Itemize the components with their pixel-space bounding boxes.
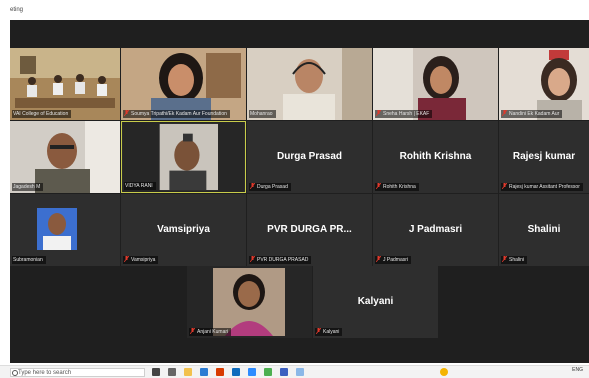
muted-mic-icon	[190, 328, 195, 334]
participant-name-tag: Anjani Kumari	[189, 328, 232, 336]
window-title: eting	[10, 7, 24, 13]
participant-tile[interactable]: Rohith Krishna Rohith Krishna	[373, 121, 498, 193]
participant-name-tag: Soumya Tripathi/Ek Kadam Aur Foundation	[123, 110, 230, 118]
muted-mic-icon	[376, 110, 381, 116]
muted-mic-icon	[502, 110, 507, 116]
participant-display-name: Shalini	[527, 223, 561, 235]
muted-mic-icon	[316, 328, 321, 334]
taskbar-search-box[interactable]: Type here to search	[10, 368, 145, 377]
participant-name-tag: Shalini	[501, 256, 528, 264]
zoom-icon[interactable]	[248, 368, 256, 376]
participant-name-tag: Jagadesh M	[12, 183, 44, 191]
participant-display-name: J Padmasri	[408, 223, 463, 235]
participant-tile[interactable]: Vamsipriya Vamsipriya	[121, 194, 246, 266]
participant-name-tag: Kalyani	[315, 328, 343, 336]
participant-tile[interactable]: J Padmasri J Padmasri	[373, 194, 498, 266]
participant-display-name: PVR DURGA PR...	[267, 223, 352, 235]
participant-name-tag: J Padmasri	[375, 256, 412, 264]
muted-mic-icon	[250, 183, 255, 189]
system-tray-language[interactable]: ENG	[572, 367, 583, 373]
weather-icon[interactable]	[440, 368, 448, 376]
participant-name-tag: Vamsipriya	[123, 256, 159, 264]
participant-display-name: Rohith Krishna	[399, 150, 472, 162]
chrome-icon[interactable]	[264, 368, 272, 376]
muted-mic-icon	[376, 256, 381, 262]
muted-mic-icon	[124, 110, 129, 116]
participant-tile[interactable]: Kalyani Kalyani	[313, 266, 438, 338]
participant-name-tag: Nandini Ek Kadam Aur	[501, 110, 563, 118]
participant-tile[interactable]: PVR DURGA PR... PVR DURGA PRASAD	[247, 194, 372, 266]
store-icon[interactable]	[200, 368, 208, 376]
participant-display-name: Kalyani	[357, 295, 394, 307]
search-icon	[12, 370, 18, 376]
participant-tile-video[interactable]: VAI College of Education	[10, 48, 120, 120]
participant-display-name: Rajesj kumar	[512, 150, 576, 162]
participant-name-tag: PVR DURGA PRASAD	[249, 256, 312, 264]
participant-name-tag: Rohith Krishna	[375, 183, 419, 191]
mail-icon[interactable]	[232, 368, 240, 376]
participant-tile-video[interactable]: Jagadesh M	[10, 121, 120, 193]
participant-display-name: Durga Prasad	[276, 150, 343, 162]
participant-name-tag: Rajesj kumar Assitant Professor	[501, 183, 583, 191]
task-view-icon[interactable]	[168, 368, 176, 376]
participant-name-tag: VIDYA RANI	[124, 182, 156, 190]
cortana-icon[interactable]	[152, 368, 160, 376]
muted-mic-icon	[124, 256, 129, 262]
muted-mic-icon	[502, 183, 507, 189]
muted-mic-icon	[502, 256, 507, 262]
participant-tile-video[interactable]: Mohanrao	[247, 48, 372, 120]
participant-name-tag: Sneha Harsh | EKAF	[375, 110, 433, 118]
participant-name-tag: Subramonian	[12, 256, 46, 264]
participant-name-tag: VAI College of Education	[12, 110, 72, 118]
window-titlebar: eting	[0, 0, 589, 20]
participant-tile[interactable]: Rajesj kumar Rajesj kumar Assitant Profe…	[499, 121, 589, 193]
participant-tile-video[interactable]: Soumya Tripathi/Ek Kadam Aur Foundation	[121, 48, 246, 120]
participant-tile-active-speaker[interactable]: VIDYA RANI	[121, 121, 246, 193]
windows-taskbar: Type here to search ENG	[0, 365, 589, 378]
office-icon[interactable]	[216, 368, 224, 376]
participant-display-name: Vamsipriya	[157, 223, 210, 235]
app-icon[interactable]	[296, 368, 304, 376]
video-gallery: VAI College of Education Soumya Tripathi…	[10, 20, 589, 363]
participant-tile[interactable]: Shalini Shalini	[499, 194, 589, 266]
file-explorer-icon[interactable]	[184, 368, 192, 376]
muted-mic-icon	[376, 183, 381, 189]
muted-mic-icon	[250, 256, 255, 262]
participant-tile-video[interactable]: Sneha Harsh | EKAF	[373, 48, 498, 120]
search-placeholder: Type here to search	[18, 370, 72, 376]
participant-tile-video[interactable]: Nandini Ek Kadam Aur	[499, 48, 589, 120]
participant-tile[interactable]: Anjani Kumari	[187, 266, 312, 338]
participant-name-tag: Durga Prasad	[249, 183, 291, 191]
participant-name-tag: Mohanrao	[249, 110, 276, 118]
word-icon[interactable]	[280, 368, 288, 376]
participant-tile[interactable]: Subramonian	[10, 194, 120, 266]
participant-tile[interactable]: Durga Prasad Durga Prasad	[247, 121, 372, 193]
